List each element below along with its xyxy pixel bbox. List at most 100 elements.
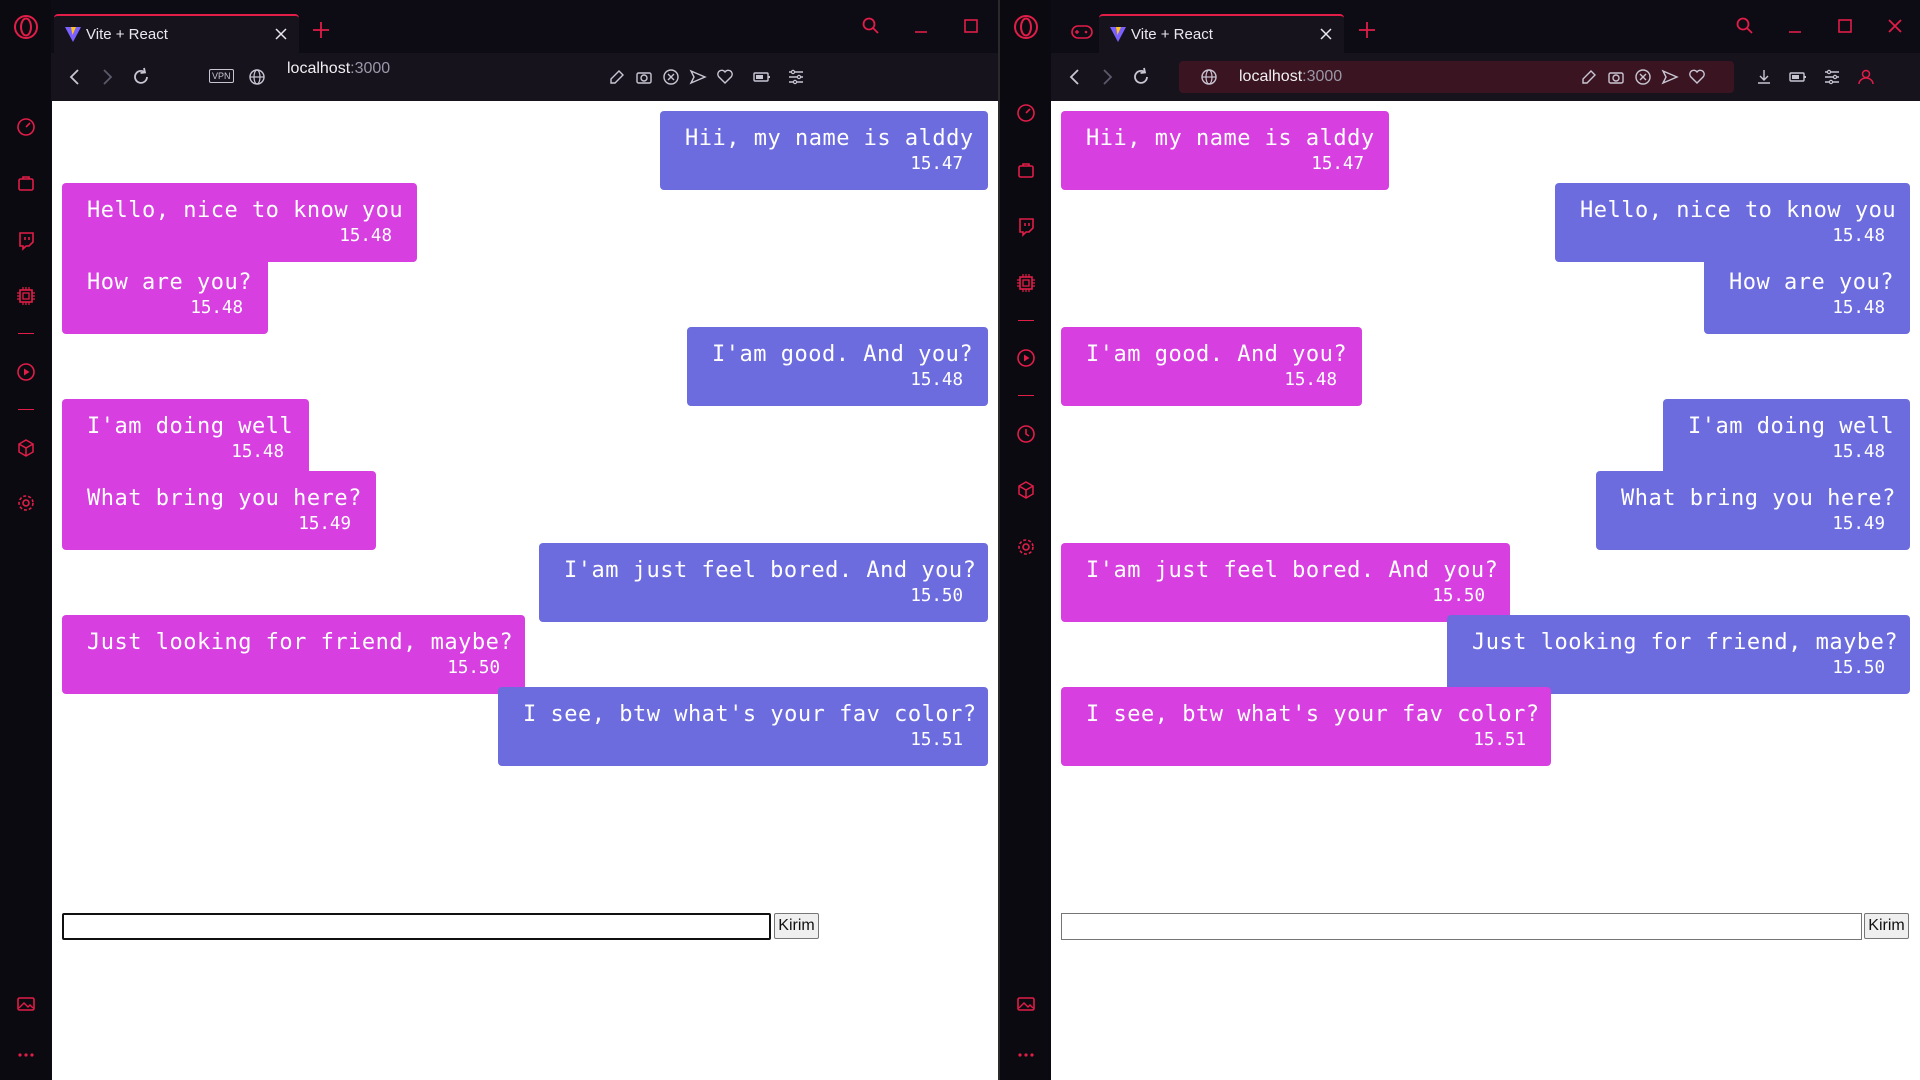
chat-bubble-received: Hello, nice to know you 15.48	[62, 183, 417, 262]
maximize-icon[interactable]	[957, 12, 985, 40]
twitch-icon[interactable]	[1000, 211, 1051, 241]
forward-icon[interactable]	[95, 65, 119, 89]
gallery-icon[interactable]	[0, 989, 51, 1019]
chat-bubble-sent: I'am just feel bored. And you? 15.50	[539, 543, 988, 622]
url-bar-focused[interactable]: localhost:3000	[1179, 61, 1734, 93]
shopping-bag-icon[interactable]	[0, 168, 51, 198]
more-dots-icon[interactable]	[1000, 1040, 1051, 1070]
tab-close-icon[interactable]	[271, 24, 291, 44]
message-time: 15.47	[1311, 154, 1364, 174]
sidebar-separator	[1018, 395, 1034, 396]
send-button[interactable]: Kirim	[774, 913, 819, 939]
url-port: :3000	[1302, 68, 1343, 85]
settings-gear-icon[interactable]	[1000, 532, 1051, 562]
message-time: 15.50	[910, 586, 963, 606]
sidebar-separator	[18, 333, 34, 334]
chat-bubble-sent: What bring you here? 15.49	[1596, 471, 1910, 550]
message-time: 15.48	[339, 226, 392, 246]
message-text: I'am just feel bored. And you?	[1086, 558, 1499, 583]
edit-icon[interactable]	[607, 67, 627, 87]
adblock-icon[interactable]	[1633, 67, 1653, 87]
chat-bubble-sent: Just looking for friend, maybe? 15.50	[1447, 615, 1910, 694]
message-text: How are you?	[1729, 270, 1894, 295]
globe-icon[interactable]	[1199, 67, 1219, 87]
easy-setup-icon[interactable]	[1822, 67, 1842, 87]
url-host: localhost	[1239, 68, 1303, 85]
tab-title: Vite + React	[1131, 26, 1213, 43]
camera-icon[interactable]	[634, 67, 654, 87]
minimize-icon[interactable]	[907, 12, 935, 40]
tab-active[interactable]: Vite + React	[1099, 14, 1344, 54]
reload-icon[interactable]	[129, 65, 153, 89]
chat-bubble-received: I see, btw what's your fav color? 15.51	[1061, 687, 1551, 766]
tab-active[interactable]: Vite + React	[54, 14, 299, 54]
adblock-icon[interactable]	[661, 67, 681, 87]
message-time: 15.50	[1432, 586, 1485, 606]
maximize-icon[interactable]	[1831, 12, 1859, 40]
message-time: 15.49	[1832, 514, 1885, 534]
message-text: How are you?	[87, 270, 252, 295]
opera-sidebar	[1000, 0, 1051, 1080]
cube-icon[interactable]	[1000, 475, 1051, 505]
send-flow-icon[interactable]	[1660, 67, 1680, 87]
message-text: I'am just feel bored. And you?	[564, 558, 977, 583]
sidebar-separator	[18, 409, 34, 410]
address-bar: VPN localhost:3000	[51, 53, 998, 101]
download-icon[interactable]	[1754, 67, 1774, 87]
send-flow-icon[interactable]	[688, 67, 708, 87]
chat-bubble-received: I'am just feel bored. And you? 15.50	[1061, 543, 1510, 622]
back-icon[interactable]	[63, 65, 87, 89]
opera-logo-icon[interactable]	[1013, 14, 1039, 40]
minimize-icon[interactable]	[1781, 12, 1809, 40]
battery-saver-icon[interactable]	[1788, 67, 1808, 87]
player-icon[interactable]	[1000, 343, 1051, 373]
search-tabs-icon[interactable]	[857, 12, 885, 40]
url-field[interactable]: localhost:3000	[1239, 68, 1342, 86]
back-icon[interactable]	[1063, 65, 1087, 89]
vite-favicon-icon	[1110, 27, 1126, 42]
chat-bubble-received: I'am good. And you? 15.48	[1061, 327, 1362, 406]
message-text: Just looking for friend, maybe?	[87, 630, 514, 655]
message-time: 15.50	[1832, 658, 1885, 678]
tab-bar: Vite + React	[1051, 0, 1920, 54]
new-tab-plus-icon[interactable]	[1355, 18, 1379, 42]
gallery-icon[interactable]	[1000, 989, 1051, 1019]
opera-logo-icon[interactable]	[13, 14, 39, 40]
vpn-badge[interactable]: VPN	[209, 69, 234, 83]
reload-icon[interactable]	[1129, 65, 1153, 89]
url-port: :3000	[350, 60, 391, 77]
url-field[interactable]: localhost:3000	[287, 60, 390, 78]
close-window-icon[interactable]	[1881, 12, 1909, 40]
message-input[interactable]	[1061, 913, 1862, 940]
cpu-icon[interactable]	[0, 281, 51, 311]
cube-icon[interactable]	[0, 433, 51, 463]
gamepad-icon[interactable]	[1071, 24, 1093, 40]
more-dots-icon[interactable]	[0, 1040, 51, 1070]
send-button[interactable]: Kirim	[1864, 913, 1909, 939]
shopping-bag-icon[interactable]	[1000, 155, 1051, 185]
speed-dial-icon[interactable]	[1000, 98, 1051, 128]
chat-bubble-sent: Hello, nice to know you 15.48	[1555, 183, 1910, 262]
heart-icon[interactable]	[715, 67, 735, 87]
forward-icon[interactable]	[1095, 65, 1119, 89]
player-icon[interactable]	[0, 357, 51, 387]
heart-icon[interactable]	[1687, 67, 1707, 87]
cpu-icon[interactable]	[1000, 268, 1051, 298]
globe-icon[interactable]	[247, 67, 267, 87]
twitch-icon[interactable]	[0, 225, 51, 255]
easy-setup-icon[interactable]	[786, 67, 806, 87]
profile-icon[interactable]	[1856, 67, 1876, 87]
message-input[interactable]	[62, 913, 771, 940]
new-tab-plus-icon[interactable]	[309, 18, 333, 42]
search-tabs-icon[interactable]	[1731, 12, 1759, 40]
history-clock-icon[interactable]	[1000, 419, 1051, 449]
camera-icon[interactable]	[1606, 67, 1626, 87]
battery-saver-icon[interactable]	[752, 67, 772, 87]
edit-icon[interactable]	[1579, 67, 1599, 87]
chat-bubble-received: How are you? 15.48	[62, 255, 268, 334]
chat-bubble-received: I'am doing well 15.48	[62, 399, 309, 478]
browser-window-left: Vite + React VPN localhost:3000 Kirim Hi…	[0, 0, 998, 1080]
settings-gear-icon[interactable]	[0, 488, 51, 518]
speed-dial-icon[interactable]	[0, 112, 51, 142]
tab-close-icon[interactable]	[1316, 24, 1336, 44]
